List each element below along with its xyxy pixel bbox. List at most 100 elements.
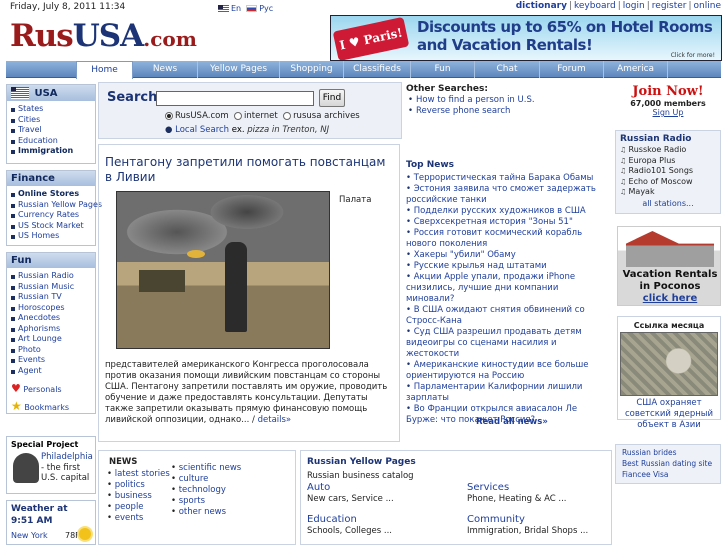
tab-forum[interactable]: Forum bbox=[540, 61, 604, 78]
news-item[interactable]: Акции Apple упали, продажи iPhone снизил… bbox=[406, 272, 608, 305]
sidebar-item-online-stores[interactable]: Online Stores bbox=[10, 189, 95, 200]
news-item[interactable]: Подделки русских художников в США bbox=[406, 206, 608, 217]
news-cat-link[interactable]: events bbox=[107, 513, 170, 524]
sidebar-item-immigration[interactable]: Immigration bbox=[10, 146, 95, 157]
sidebar-item-education[interactable]: Education bbox=[10, 136, 95, 147]
news-item[interactable]: Парламентарии Калифорнии лишили зарплаты bbox=[406, 382, 608, 404]
radio-station[interactable]: Europa Plus bbox=[620, 156, 720, 167]
sidebar-item-russian-radio[interactable]: Russian Radio bbox=[10, 271, 95, 282]
sidebar-item-russian-music[interactable]: Russian Music bbox=[10, 282, 95, 293]
scope-archives[interactable]: rususa archives bbox=[283, 111, 360, 121]
news-cat-link[interactable]: other news bbox=[171, 507, 241, 518]
news-cat-link[interactable]: business bbox=[107, 491, 170, 502]
signup-link[interactable]: Sign Up bbox=[615, 108, 721, 117]
radio-station[interactable]: Radio101 Songs bbox=[620, 166, 720, 177]
sidebar-item-anecdotes[interactable]: Anecdotes bbox=[10, 313, 95, 324]
news-cat-link[interactable]: scientific news bbox=[171, 463, 242, 474]
radio-station[interactable]: Russkoe Radio bbox=[620, 145, 720, 156]
russian-brides-link[interactable]: Russian brides bbox=[622, 447, 714, 458]
radio-station[interactable]: Echo of Moscow bbox=[620, 177, 720, 188]
news-cat-link[interactable]: technology bbox=[171, 485, 241, 496]
fiancee-visa-link[interactable]: Fiancee Visa bbox=[622, 469, 714, 480]
sidebar-item-agent[interactable]: Agent bbox=[10, 366, 95, 377]
sidebar-item-aphorisms[interactable]: Aphorisms bbox=[10, 324, 95, 335]
yp-category-community[interactable]: Community Immigration, Bridal Shops ... bbox=[467, 514, 588, 537]
search-input[interactable] bbox=[156, 91, 314, 106]
news-cat-link[interactable]: politics bbox=[107, 480, 170, 491]
news-cat-link[interactable]: latest stories bbox=[107, 469, 170, 480]
vacation-link[interactable]: click here bbox=[618, 293, 720, 304]
sidebar-item-horoscopes[interactable]: Horoscopes bbox=[10, 303, 95, 314]
local-search-link[interactable]: Local Search bbox=[175, 125, 229, 135]
register-link[interactable]: register bbox=[652, 1, 687, 11]
tab-news[interactable]: News bbox=[133, 61, 198, 78]
read-all-news-link[interactable]: Read all news» bbox=[476, 417, 548, 427]
article-photo[interactable] bbox=[116, 191, 330, 349]
news-item[interactable]: Американские киностудии все больше ориен… bbox=[406, 360, 608, 382]
tab-shopping[interactable]: Shopping bbox=[280, 61, 344, 78]
sidebar-item-states[interactable]: States bbox=[10, 104, 95, 115]
sidebar-item-events[interactable]: Events bbox=[10, 355, 95, 366]
dating-site-link[interactable]: Best Russian dating site bbox=[622, 458, 714, 469]
news-item[interactable]: В США ожидают снятия обвинений со Стросс… bbox=[406, 305, 608, 327]
top-links: dictionary | keyboard | login | register | onlin… bbox=[515, 1, 721, 11]
hotel-discount-banner[interactable]: I ♥ Paris! Discounts up to 65% on Hotel … bbox=[330, 15, 722, 61]
news-cat-link[interactable]: people bbox=[107, 502, 170, 513]
news-cat-link[interactable]: sports bbox=[171, 496, 241, 507]
all-stations-link[interactable]: all stations... bbox=[616, 199, 720, 208]
tab-yellow-pages[interactable]: Yellow Pages bbox=[198, 61, 280, 78]
month-image[interactable] bbox=[620, 332, 718, 396]
article-title[interactable]: Пентагону запретили помогать повстанцам … bbox=[105, 155, 395, 185]
lang-ru-link[interactable]: Рус bbox=[259, 4, 273, 13]
bookmarks-link[interactable]: ★ Bookmarks bbox=[11, 398, 91, 416]
sidebar-item-stock-market[interactable]: US Stock Market bbox=[10, 221, 95, 232]
news-cat-link[interactable]: culture bbox=[171, 474, 241, 485]
find-button[interactable]: Find bbox=[319, 89, 345, 107]
tab-chat[interactable]: Chat bbox=[475, 61, 540, 78]
keyboard-link[interactable]: keyboard bbox=[574, 1, 616, 11]
scope-rususa[interactable]: RusUSA.com bbox=[165, 111, 229, 121]
radio-station[interactable]: Mayak bbox=[620, 187, 720, 198]
online-link[interactable]: online bbox=[694, 1, 721, 11]
personals-link[interactable]: ♥ Personals bbox=[11, 381, 91, 398]
month-caption[interactable]: США охраняет советский ядерный объект в … bbox=[618, 398, 720, 431]
yp-category-education[interactable]: Education Schools, Colleges ... bbox=[307, 514, 392, 537]
sidebar-item-russian-tv[interactable]: Russian TV bbox=[10, 292, 95, 303]
news-item[interactable]: Хакеры "убили" Обаму bbox=[406, 250, 608, 261]
login-link[interactable]: login bbox=[623, 1, 645, 11]
lang-en-link[interactable]: En bbox=[231, 4, 241, 13]
sidebar-item-photo[interactable]: Photo bbox=[10, 345, 95, 356]
sidebar-item-yellow-pages[interactable]: Russian Yellow Pages bbox=[10, 200, 102, 211]
news-item[interactable]: Эстония заявила что сможет задержать рос… bbox=[406, 184, 608, 206]
vacation-rentals-ad[interactable]: Vacation Rentals in Poconos click here bbox=[617, 226, 721, 306]
news-item[interactable]: Террористическая тайна Барака Обамы bbox=[406, 173, 608, 184]
find-person-link[interactable]: How to find a person in U.S. bbox=[406, 95, 606, 106]
news-item[interactable]: Россия готовит космический корабль новог… bbox=[406, 228, 608, 250]
us-flag-icon[interactable] bbox=[218, 5, 229, 12]
sidebar-item-us-homes[interactable]: US Homes bbox=[10, 231, 95, 242]
philadelphia-link[interactable]: Philadelphia bbox=[41, 452, 93, 462]
tab-classifieds[interactable]: Classifieds bbox=[344, 61, 411, 78]
heart-icon: ♥ bbox=[11, 382, 21, 395]
tab-fun[interactable]: Fun bbox=[411, 61, 475, 78]
article-details-link[interactable]: details» bbox=[258, 415, 292, 425]
news-item[interactable]: Суд США разрешил продавать детям видеоиг… bbox=[406, 327, 608, 360]
yp-category-services[interactable]: Services Phone, Heating & AC ... bbox=[467, 482, 566, 505]
tab-home[interactable]: Home bbox=[76, 61, 133, 79]
sidebar-item-cities[interactable]: Cities bbox=[10, 115, 95, 126]
site-logo[interactable]: RusUSA.com bbox=[10, 18, 197, 54]
sidebar-item-currency-rates[interactable]: Currency Rates bbox=[10, 210, 95, 221]
sidebar-item-travel[interactable]: Travel bbox=[10, 125, 95, 136]
join-title[interactable]: Join Now! bbox=[615, 84, 721, 99]
news-item[interactable]: Сверхсекретная история "Зоны 51" bbox=[406, 217, 608, 228]
tab-america[interactable]: America bbox=[604, 61, 668, 78]
yp-title[interactable]: Russian Yellow Pages bbox=[307, 457, 416, 467]
scope-internet[interactable]: internet bbox=[234, 111, 278, 121]
sidebar-fun: Fun Russian Radio Russian Music Russian … bbox=[6, 252, 96, 414]
ru-flag-icon[interactable] bbox=[246, 5, 258, 12]
yp-category-auto[interactable]: Auto New cars, Service ... bbox=[307, 482, 394, 505]
sidebar-item-art-lounge[interactable]: Art Lounge bbox=[10, 334, 95, 345]
reverse-phone-link[interactable]: Reverse phone search bbox=[406, 106, 606, 117]
dictionary-link[interactable]: dictionary bbox=[516, 1, 567, 11]
news-item[interactable]: Русские крылья над штатами bbox=[406, 261, 608, 272]
